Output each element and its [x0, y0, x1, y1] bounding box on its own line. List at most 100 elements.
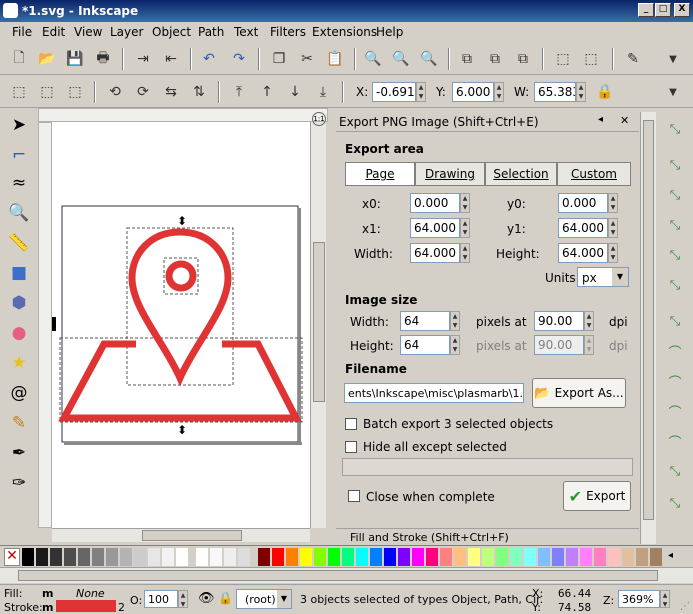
swatch[interactable] [258, 548, 270, 566]
swatch[interactable] [468, 548, 480, 566]
x0-spinner[interactable]: ▲ ▼ [460, 193, 470, 213]
unlink-clone-icon[interactable]: ⧉ [512, 48, 534, 70]
filename-input[interactable] [344, 383, 524, 403]
save-icon[interactable]: 💾 [64, 48, 86, 70]
snap-bbox-midpoint-icon[interactable]: ⤡ [662, 242, 688, 268]
fill-none[interactable]: None [76, 587, 105, 600]
dock-scrollbar[interactable] [640, 112, 656, 544]
swatch[interactable] [210, 548, 222, 566]
swatch[interactable] [314, 548, 326, 566]
rotate-ccw-icon[interactable]: ⟲ [104, 81, 126, 103]
star-tool-icon[interactable]: ★ [6, 350, 32, 376]
raise-icon[interactable]: ↑ [256, 81, 278, 103]
redo-icon[interactable]: ↷ [228, 48, 250, 70]
rectangle-tool-icon[interactable]: ■ [6, 260, 32, 286]
swatch[interactable] [426, 548, 438, 566]
swatch[interactable] [356, 548, 368, 566]
clone-icon[interactable]: ⧉ [484, 48, 506, 70]
snap-centers-icon[interactable]: ⤡ [662, 490, 688, 516]
close-when-complete-checkbox[interactable] [348, 490, 360, 502]
stroke-width-value[interactable]: 2 [118, 601, 125, 614]
img-height-input[interactable] [400, 335, 450, 355]
palette-menu-icon[interactable]: ◂ [668, 550, 673, 561]
w-input[interactable] [534, 82, 576, 102]
swatch[interactable] [440, 548, 452, 566]
swatch[interactable] [552, 548, 564, 566]
y0-spinner[interactable]: ▲ ▼ [608, 193, 618, 213]
zoom-page-icon[interactable]: 🔍 [418, 48, 440, 70]
swatch[interactable] [594, 548, 606, 566]
lower-icon[interactable]: ↓ [284, 81, 306, 103]
y1-input[interactable] [558, 218, 608, 238]
swatch[interactable] [412, 548, 424, 566]
ungroup-icon[interactable]: ⬚ [580, 48, 602, 70]
tab-page[interactable]: Page [345, 162, 415, 186]
swatch[interactable] [36, 548, 48, 566]
ellipse-tool-icon[interactable]: ● [6, 320, 32, 346]
y-spinner[interactable]: ▲ ▼ [494, 82, 504, 102]
x-input[interactable] [372, 82, 416, 102]
export-as-button[interactable]: 📂 Export As... [532, 378, 626, 408]
menu-path[interactable]: Path [198, 25, 224, 39]
hide-all-checkbox[interactable] [345, 441, 357, 453]
fill-stroke-icon[interactable]: ✎ [622, 48, 644, 70]
snap-intersections-icon[interactable]: ⌒ [662, 368, 688, 394]
menu-filters[interactable]: Filters [270, 25, 306, 39]
snap-bbox-edge-icon[interactable]: ⤡ [662, 182, 688, 208]
layer-visibility-icon[interactable]: 👁 [198, 591, 215, 606]
menu-file[interactable]: File [12, 25, 32, 39]
toolbar-overflow-icon[interactable]: ▼ [662, 81, 684, 103]
y1-spinner[interactable]: ▲ ▼ [608, 218, 618, 238]
canvas[interactable]: ⬍ ⬍ [52, 122, 310, 528]
swatch[interactable] [370, 548, 382, 566]
new-document-icon[interactable]: 🗋 [8, 48, 30, 70]
snap-bbox-corner-icon[interactable]: ⤡ [662, 212, 688, 238]
area-width-spinner[interactable]: ▲ ▼ [460, 243, 470, 263]
swatch[interactable] [384, 548, 396, 566]
export-icon[interactable]: ⇤ [160, 48, 182, 70]
swatch[interactable] [650, 548, 662, 566]
spiral-tool-icon[interactable]: @ [6, 380, 32, 406]
swatch[interactable] [454, 548, 466, 566]
swatch[interactable] [328, 548, 340, 566]
measure-tool-icon[interactable]: 📏 [6, 230, 32, 256]
swatch[interactable] [134, 548, 146, 566]
tweak-tool-icon[interactable]: ≈ [6, 170, 32, 196]
zoom-selection-icon[interactable]: 🔍 [362, 48, 384, 70]
lower-bottom-icon[interactable]: ⤓ [312, 81, 334, 103]
img-width-spinner[interactable]: ▲ ▼ [450, 311, 460, 331]
layer-lock-icon[interactable]: 🔒 [218, 591, 233, 605]
swatch[interactable] [286, 548, 298, 566]
dialog-iconify-icon[interactable]: ◂ [598, 114, 603, 125]
batch-export-checkbox[interactable] [345, 418, 357, 430]
img-width-input[interactable] [400, 311, 450, 331]
swatch[interactable] [272, 548, 284, 566]
img-height-spinner[interactable]: ▲ ▼ [450, 335, 460, 355]
swatch[interactable] [238, 548, 250, 566]
open-icon[interactable]: 📂 [36, 48, 58, 70]
menu-edit[interactable]: Edit [42, 25, 65, 39]
dialog-close-icon[interactable]: ✕ [620, 114, 629, 127]
raise-top-icon[interactable]: ⤒ [228, 81, 250, 103]
swatch[interactable] [608, 548, 620, 566]
area-height-input[interactable] [558, 243, 608, 263]
swatch[interactable] [162, 548, 174, 566]
y-input[interactable] [452, 82, 494, 102]
selector-tool-icon[interactable]: ➤ [6, 112, 32, 138]
swatch[interactable] [196, 548, 208, 566]
dock-scroll-thumb[interactable] [643, 120, 654, 520]
select-all-icon[interactable]: ⬚ [8, 81, 30, 103]
zoom-tool-icon[interactable]: 🔍 [6, 200, 32, 226]
snap-bbox-icon[interactable]: ⤡ [662, 152, 688, 178]
x-spinner[interactable]: ▲ ▼ [416, 82, 426, 102]
tab-selection[interactable]: Selection [485, 162, 557, 186]
vertical-scroll-thumb[interactable] [313, 242, 325, 402]
horizontal-scroll-thumb[interactable] [142, 530, 242, 541]
menu-object[interactable]: Object [152, 25, 191, 39]
swatch[interactable] [580, 548, 592, 566]
3dbox-tool-icon[interactable]: ⬢ [6, 290, 32, 316]
paste-icon[interactable]: 📋 [324, 48, 346, 70]
swatch[interactable] [510, 548, 522, 566]
swatch[interactable] [50, 548, 62, 566]
tab-custom[interactable]: Custom [557, 162, 631, 186]
